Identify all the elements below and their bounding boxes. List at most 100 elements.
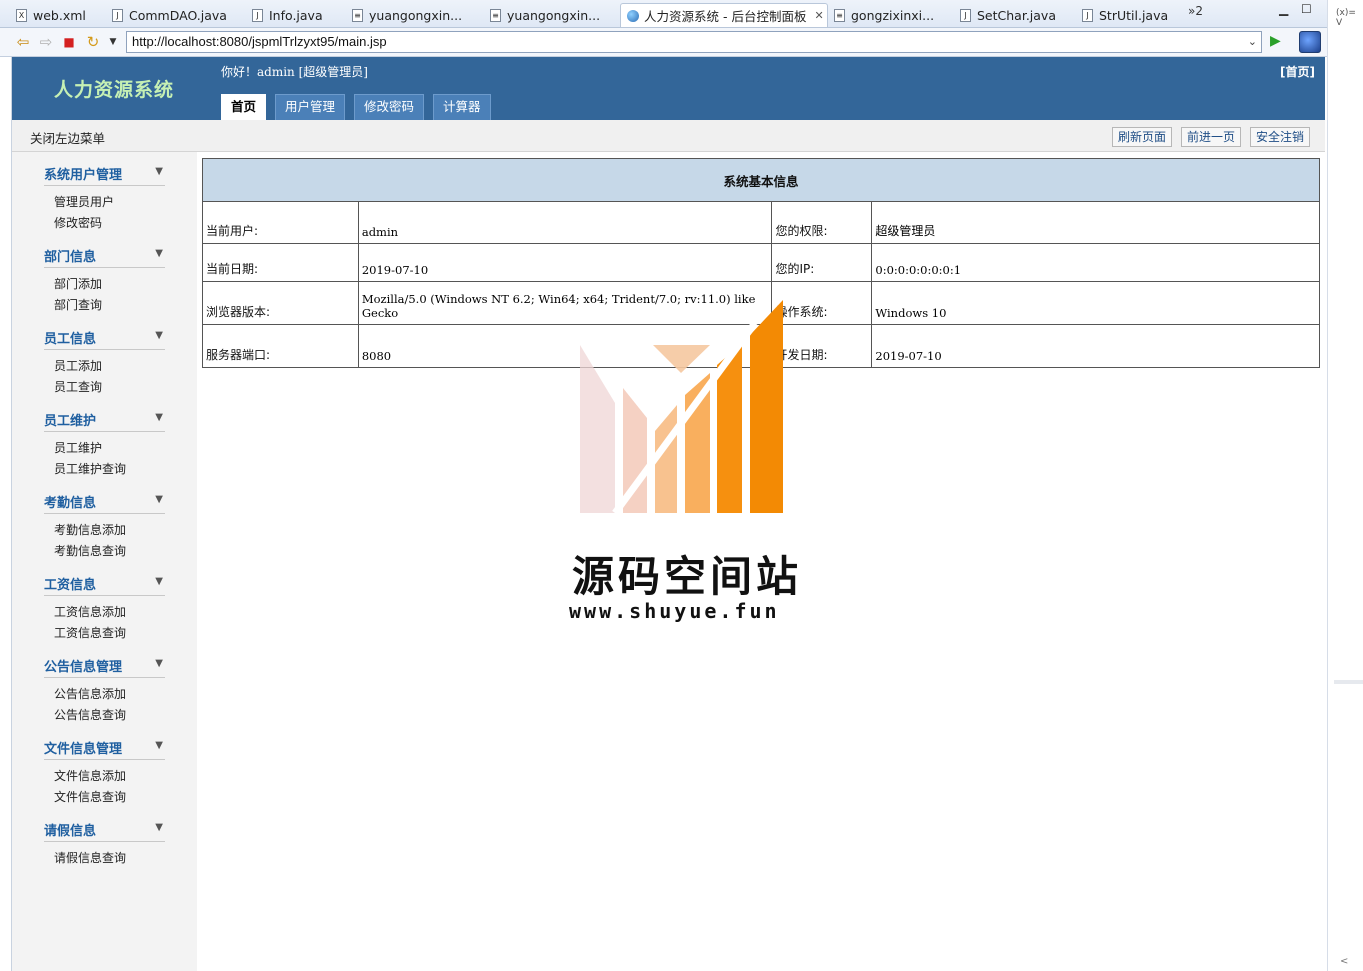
- refresh-icon[interactable]: ↻: [84, 33, 102, 51]
- web-page: 人力资源系统 你好！admin [超级管理员] [首页] 首页 用户管理 修改密…: [11, 57, 1325, 971]
- menu-group-header[interactable]: 考勤信息 ▼: [44, 486, 165, 514]
- ide-tab-label: Info.java: [269, 7, 323, 23]
- sidebar-item-file-add[interactable]: 文件信息添加: [54, 766, 165, 787]
- caret-down-icon: ▼: [155, 494, 163, 505]
- refresh-page-button[interactable]: 刷新页面: [1111, 127, 1172, 147]
- tab-change-password[interactable]: 修改密码: [354, 94, 425, 120]
- menu-group-files: 文件信息管理 ▼ 文件信息添加 文件信息查询: [44, 732, 165, 808]
- more-tabs-button[interactable]: »2: [1188, 4, 1203, 18]
- java-file-icon: J: [112, 8, 123, 22]
- current-date-label: 当前日期:: [202, 243, 359, 282]
- menu-group-header[interactable]: 员工信息 ▼: [44, 322, 165, 350]
- ide-tab-label: yuangongxin...: [369, 7, 463, 23]
- chevron-down-icon[interactable]: ⌄: [1248, 32, 1257, 52]
- go-icon[interactable]: ▶: [1270, 33, 1281, 49]
- ide-tab-yuangong-2[interactable]: ≡ yuangongxin...: [488, 3, 616, 27]
- sidebar-item-file-query[interactable]: 文件信息查询: [54, 787, 165, 808]
- ide-tab-gongzi[interactable]: ≡ gongzixinxi...: [832, 3, 950, 27]
- ip-value: 0:0:0:0:0:0:0:1: [871, 243, 1320, 282]
- menu-group-title: 系统用户管理: [44, 168, 123, 183]
- variables-view-label[interactable]: (x)= V: [1336, 8, 1363, 28]
- sidebar-item-salary-query[interactable]: 工资信息查询: [54, 623, 165, 644]
- toggle-left-menu[interactable]: 关闭左边菜单: [30, 128, 105, 147]
- ide-tab-label: CommDAO.java: [129, 7, 227, 23]
- sidebar-item-department-add[interactable]: 部门添加: [54, 274, 165, 295]
- ide-tab-info[interactable]: J Info.java: [250, 3, 342, 27]
- menu-group-title: 考勤信息: [44, 496, 97, 511]
- panel-scrollbar[interactable]: [1334, 680, 1363, 684]
- ide-editor-tabs: X web.xml J CommDAO.java J Info.java ≡ y…: [0, 0, 1327, 28]
- sidebar-item-leave-query[interactable]: 请假信息查询: [54, 848, 165, 869]
- table-row: 服务器端口: 8080 开发日期: 2019-07-10: [202, 324, 1320, 368]
- sidebar-item-attendance-add[interactable]: 考勤信息添加: [54, 520, 165, 541]
- caret-down-icon: ▼: [155, 412, 163, 423]
- menu-group-attendance: 考勤信息 ▼ 考勤信息添加 考勤信息查询: [44, 486, 165, 562]
- table-row: 浏览器版本: Mozilla/5.0 (Windows NT 6.2; Win6…: [202, 281, 1320, 325]
- back-arrow-icon[interactable]: ⇦: [14, 33, 32, 51]
- forward-arrow-icon[interactable]: ⇨: [37, 33, 55, 51]
- url-text: http://localhost:8080/jspmlTrlzyxt95/mai…: [132, 34, 387, 49]
- home-link[interactable]: [首页]: [1280, 63, 1315, 80]
- forward-page-button[interactable]: 前进一页: [1180, 127, 1241, 147]
- ide-tab-browser[interactable]: 人力资源系统 - 后台控制面板 ✕: [620, 3, 828, 27]
- menu-group-employee: 员工信息 ▼ 员工添加 员工查询: [44, 322, 165, 398]
- page-actions: 刷新页面 前进一页 安全注销: [1111, 127, 1310, 147]
- stop-icon[interactable]: ■: [60, 33, 78, 51]
- ide-tab-web-xml[interactable]: X web.xml: [14, 3, 106, 27]
- tab-home[interactable]: 首页: [221, 94, 267, 120]
- menu-group-header[interactable]: 部门信息 ▼: [44, 240, 165, 268]
- logout-button[interactable]: 安全注销: [1249, 127, 1310, 147]
- server-port-label: 服务器端口:: [202, 324, 359, 368]
- menu-group-department: 部门信息 ▼ 部门添加 部门查询: [44, 240, 165, 316]
- url-bar[interactable]: http://localhost:8080/jspmlTrlzyxt95/mai…: [126, 31, 1262, 53]
- java-file-icon: J: [252, 8, 263, 22]
- close-icon[interactable]: ✕: [814, 9, 823, 22]
- ide-tab-yuangong-1[interactable]: ≡ yuangongxin...: [350, 3, 478, 27]
- document-icon: ≡: [490, 8, 501, 22]
- chevron-left-icon[interactable]: <: [1340, 956, 1348, 967]
- tab-calculator[interactable]: 计算器: [433, 94, 491, 120]
- minimize-icon[interactable]: ▁: [1279, 2, 1288, 16]
- sidebar-item-change-password[interactable]: 修改密码: [54, 213, 165, 234]
- menu-group-header[interactable]: 请假信息 ▼: [44, 814, 165, 842]
- sidebar-item-department-query[interactable]: 部门查询: [54, 295, 165, 316]
- menu-group-title: 请假信息: [44, 824, 97, 839]
- globe-icon: [627, 9, 639, 22]
- sidebar-item-notice-add[interactable]: 公告信息添加: [54, 684, 165, 705]
- menu-group-header[interactable]: 工资信息 ▼: [44, 568, 165, 596]
- menu-group-header[interactable]: 公告信息管理 ▼: [44, 650, 165, 678]
- welcome-text: 你好！admin [超级管理员]: [221, 65, 368, 79]
- sidebar-item-salary-add[interactable]: 工资信息添加: [54, 602, 165, 623]
- browser-version-label: 浏览器版本:: [202, 281, 359, 325]
- menu-group-title: 部门信息: [44, 250, 97, 265]
- sidebar-item-maintenance-query[interactable]: 员工维护查询: [54, 459, 165, 480]
- menu-group-header[interactable]: 文件信息管理 ▼: [44, 732, 165, 760]
- os-value: Windows 10: [871, 281, 1320, 325]
- dev-date-label: 开发日期:: [771, 324, 873, 368]
- sidebar-item-maintenance[interactable]: 员工维护: [54, 438, 165, 459]
- sidebar-item-employee-query[interactable]: 员工查询: [54, 377, 165, 398]
- sidebar-item-admin-users[interactable]: 管理员用户: [54, 192, 165, 213]
- permission-label: 您的权限:: [771, 201, 873, 244]
- ide-tab-label: gongzixinxi...: [851, 7, 935, 23]
- maximize-icon[interactable]: ☐: [1301, 2, 1312, 16]
- caret-down-icon: ▼: [155, 166, 163, 177]
- caret-down-icon: ▼: [155, 576, 163, 587]
- menu-group-header[interactable]: 员工维护 ▼: [44, 404, 165, 432]
- action-bar: 关闭左边菜单 刷新页面 前进一页 安全注销: [12, 120, 1325, 152]
- ide-tab-commdao[interactable]: J CommDAO.java: [110, 3, 242, 27]
- sidebar-item-employee-add[interactable]: 员工添加: [54, 356, 165, 377]
- ide-tab-label: SetChar.java: [977, 7, 1056, 23]
- browser-toolbar: ⇦ ⇨ ■ ↻ ▼ http://localhost:8080/jspmlTrl…: [0, 28, 1327, 57]
- sidebar-item-notice-query[interactable]: 公告信息查询: [54, 705, 165, 726]
- menu-group-title: 工资信息: [44, 578, 97, 593]
- watermark-title: 源码空间站: [572, 552, 803, 601]
- sidebar-item-attendance-query[interactable]: 考勤信息查询: [54, 541, 165, 562]
- page-header: 人力资源系统 你好！admin [超级管理员] [首页] 首页 用户管理 修改密…: [12, 57, 1325, 120]
- ide-tab-strutil[interactable]: J StrUtil.java: [1080, 3, 1180, 27]
- menu-group-header[interactable]: 系统用户管理 ▼: [44, 158, 165, 186]
- tab-user-management[interactable]: 用户管理: [275, 94, 346, 120]
- external-browser-icon[interactable]: [1299, 31, 1321, 53]
- refresh-dropdown-icon[interactable]: ▼: [104, 33, 122, 51]
- ide-tab-setchar[interactable]: J SetChar.java: [958, 3, 1076, 27]
